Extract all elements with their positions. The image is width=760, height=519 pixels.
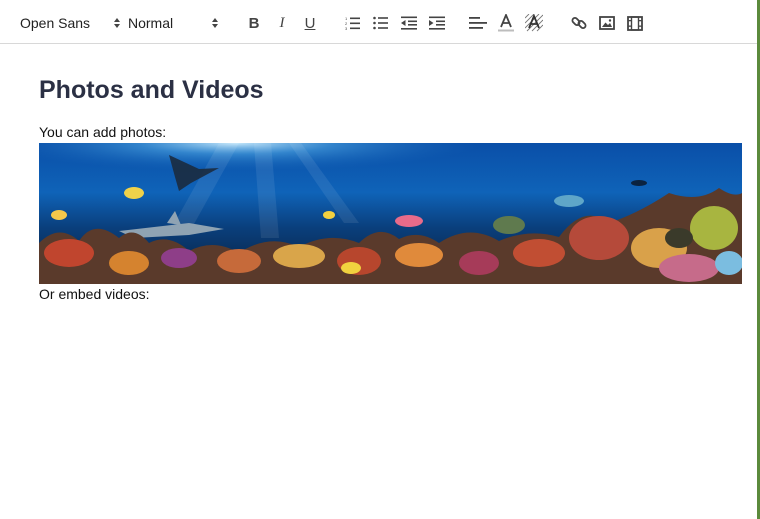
font-family-value: Open Sans xyxy=(20,15,91,31)
bold-icon: B xyxy=(248,14,260,32)
videos-paragraph: Or embed videos: xyxy=(39,286,150,302)
bullet-list-icon xyxy=(373,16,389,30)
video-button[interactable] xyxy=(626,11,644,35)
align-left-icon xyxy=(469,15,487,31)
align-button[interactable] xyxy=(468,11,488,35)
highlight-color-icon xyxy=(525,14,543,32)
video-icon xyxy=(627,15,643,31)
italic-button[interactable]: I xyxy=(273,11,291,35)
text-color-icon xyxy=(497,14,515,32)
indent-icon xyxy=(429,16,445,30)
indent-button[interactable] xyxy=(428,11,446,35)
italic-icon: I xyxy=(279,14,285,31)
editor-content[interactable]: Photos and Videos You can add photos: Or… xyxy=(0,45,757,519)
image-button[interactable] xyxy=(598,11,616,35)
image-icon xyxy=(599,16,615,30)
font-family-select[interactable]: Open Sans xyxy=(20,12,120,34)
font-size-value: Normal xyxy=(128,15,174,31)
ordered-list-button[interactable]: 1 2 3 xyxy=(344,11,362,35)
updown-arrows-icon xyxy=(113,17,121,29)
underline-button[interactable]: U xyxy=(300,11,320,35)
bullet-list-button[interactable] xyxy=(372,11,390,35)
underline-icon: U xyxy=(304,14,316,32)
svg-text:3: 3 xyxy=(345,26,348,30)
editor-window: Open Sans Normal B I U 1 2 3 Photos and … xyxy=(0,0,760,519)
updown-arrows-icon xyxy=(211,17,219,29)
highlight-color-button[interactable] xyxy=(524,11,544,35)
outdent-icon xyxy=(401,16,417,30)
page-heading: Photos and Videos xyxy=(39,76,264,104)
coral-reef-photo[interactable] xyxy=(39,143,742,284)
font-size-select[interactable]: Normal xyxy=(128,12,223,34)
bold-button[interactable]: B xyxy=(245,11,263,35)
text-color-button[interactable] xyxy=(496,11,516,35)
link-button[interactable] xyxy=(570,11,588,35)
link-icon xyxy=(571,15,587,31)
photos-paragraph: You can add photos: xyxy=(39,124,167,140)
ordered-list-icon: 1 2 3 xyxy=(345,16,361,30)
outdent-button[interactable] xyxy=(400,11,418,35)
formatting-toolbar: Open Sans Normal B I U 1 2 3 xyxy=(0,0,757,44)
